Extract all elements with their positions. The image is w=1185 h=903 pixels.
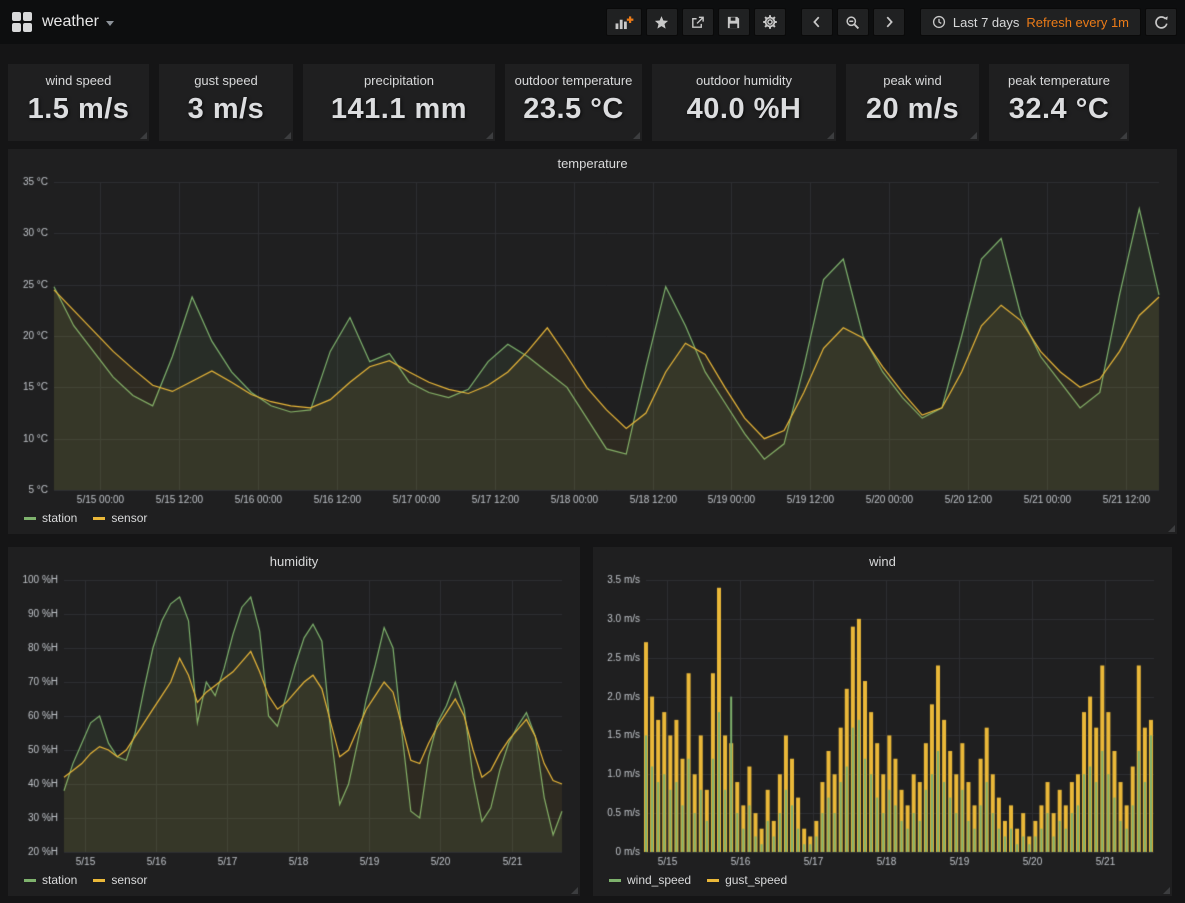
chart-legend: station sensor: [18, 870, 570, 890]
logo-square: [12, 12, 21, 21]
panel-resize-handle[interactable]: [1163, 887, 1170, 894]
stat-label[interactable]: gust speed: [159, 73, 293, 88]
navbar: weather: [0, 0, 1185, 44]
legend-item-gust_speed[interactable]: gust_speed: [707, 873, 787, 887]
legend-swatch: [707, 879, 719, 882]
refresh-button[interactable]: [1145, 8, 1177, 36]
stat-panel-wind-speed: wind speed 1.5 m/s: [8, 64, 149, 141]
time-range-label: Last 7 days: [953, 15, 1020, 30]
refresh-interval-label: Refresh every 1m: [1026, 15, 1129, 30]
chevron-right-icon: [882, 15, 896, 29]
stat-label[interactable]: outdoor humidity: [652, 73, 836, 88]
share-button[interactable]: [682, 8, 714, 36]
temperature-panel: temperature station sensor: [8, 149, 1177, 534]
panel-title[interactable]: humidity: [18, 552, 570, 572]
legend-swatch: [93, 879, 105, 882]
add-panel-icon: [614, 15, 634, 30]
legend-label: sensor: [111, 873, 147, 887]
dashboard-title-menu[interactable]: weather: [42, 13, 114, 31]
grafana-logo[interactable]: [12, 12, 32, 32]
panel-resize-handle[interactable]: [571, 887, 578, 894]
wind-chart[interactable]: [603, 572, 1162, 870]
stat-panel-precipitation: precipitation 141.1 mm: [303, 64, 495, 141]
wind-panel: wind wind_speed gust_speed: [593, 547, 1172, 896]
settings-button[interactable]: [754, 8, 786, 36]
humidity-panel: humidity station sensor: [8, 547, 580, 896]
time-forward-button[interactable]: [873, 8, 905, 36]
star-button[interactable]: [646, 8, 678, 36]
legend-label: sensor: [111, 511, 147, 525]
share-icon: [690, 15, 705, 30]
humidity-chart[interactable]: [18, 572, 570, 870]
legend-swatch: [24, 879, 36, 882]
panel-title[interactable]: temperature: [18, 154, 1167, 174]
legend-label: gust_speed: [725, 873, 787, 887]
panel-resize-handle[interactable]: [284, 132, 291, 139]
stat-value: 20 m/s: [846, 93, 979, 126]
refresh-icon: [1154, 15, 1169, 30]
stat-value: 141.1 mm: [303, 93, 495, 126]
legend-item-station[interactable]: station: [24, 873, 77, 887]
chart-legend: station sensor: [18, 508, 1167, 528]
stat-panel-outdoor-humidity: outdoor humidity 40.0 %H: [652, 64, 836, 141]
legend-label: station: [42, 873, 77, 887]
legend-item-sensor[interactable]: sensor: [93, 511, 147, 525]
save-button[interactable]: [718, 8, 750, 36]
stat-label[interactable]: peak wind: [846, 73, 979, 88]
stat-panel-outdoor-temperature: outdoor temperature 23.5 °C: [505, 64, 642, 141]
time-back-button[interactable]: [801, 8, 833, 36]
legend-label: station: [42, 511, 77, 525]
legend-swatch: [24, 517, 36, 520]
gear-icon: [762, 14, 778, 30]
legend-swatch: [93, 517, 105, 520]
zoom-out-icon: [845, 15, 860, 30]
legend-item-wind_speed[interactable]: wind_speed: [609, 873, 691, 887]
stat-label[interactable]: peak temperature: [989, 73, 1129, 88]
clock-icon: [932, 15, 946, 29]
panel-resize-handle[interactable]: [827, 132, 834, 139]
stat-panel-peak-wind: peak wind 20 m/s: [846, 64, 979, 141]
stat-value: 23.5 °C: [505, 93, 642, 126]
stat-value: 32.4 °C: [989, 93, 1129, 126]
stat-value: 3 m/s: [159, 93, 293, 126]
panel-resize-handle[interactable]: [633, 132, 640, 139]
save-icon: [726, 15, 741, 30]
stat-value: 40.0 %H: [652, 93, 836, 126]
dashboard-title: weather: [42, 13, 99, 31]
stat-value: 1.5 m/s: [8, 93, 149, 126]
panel-resize-handle[interactable]: [140, 132, 147, 139]
panel-resize-handle[interactable]: [1120, 132, 1127, 139]
logo-square: [12, 23, 21, 32]
stat-label[interactable]: outdoor temperature: [505, 73, 642, 88]
panel-resize-handle[interactable]: [486, 132, 493, 139]
panel-resize-handle[interactable]: [970, 132, 977, 139]
legend-label: wind_speed: [627, 873, 691, 887]
stats-row: wind speed 1.5 m/s gust speed 3 m/s prec…: [8, 64, 1177, 141]
logo-square: [23, 23, 32, 32]
legend-item-sensor[interactable]: sensor: [93, 873, 147, 887]
chevron-down-icon: [106, 21, 114, 26]
panel-resize-handle[interactable]: [1168, 525, 1175, 532]
legend-item-station[interactable]: station: [24, 511, 77, 525]
legend-swatch: [609, 879, 621, 882]
zoom-out-button[interactable]: [837, 8, 869, 36]
stat-label[interactable]: precipitation: [303, 73, 495, 88]
temperature-chart[interactable]: [18, 174, 1167, 508]
stat-panel-peak-temperature: peak temperature 32.4 °C: [989, 64, 1129, 141]
add-panel-button[interactable]: [606, 8, 642, 36]
star-icon: [654, 15, 669, 30]
time-range-button[interactable]: Last 7 days Refresh every 1m: [920, 8, 1141, 36]
logo-square: [23, 12, 32, 21]
chevron-left-icon: [810, 15, 824, 29]
stat-panel-gust-speed: gust speed 3 m/s: [159, 64, 293, 141]
stat-label[interactable]: wind speed: [8, 73, 149, 88]
chart-legend: wind_speed gust_speed: [603, 870, 1162, 890]
panel-title[interactable]: wind: [603, 552, 1162, 572]
